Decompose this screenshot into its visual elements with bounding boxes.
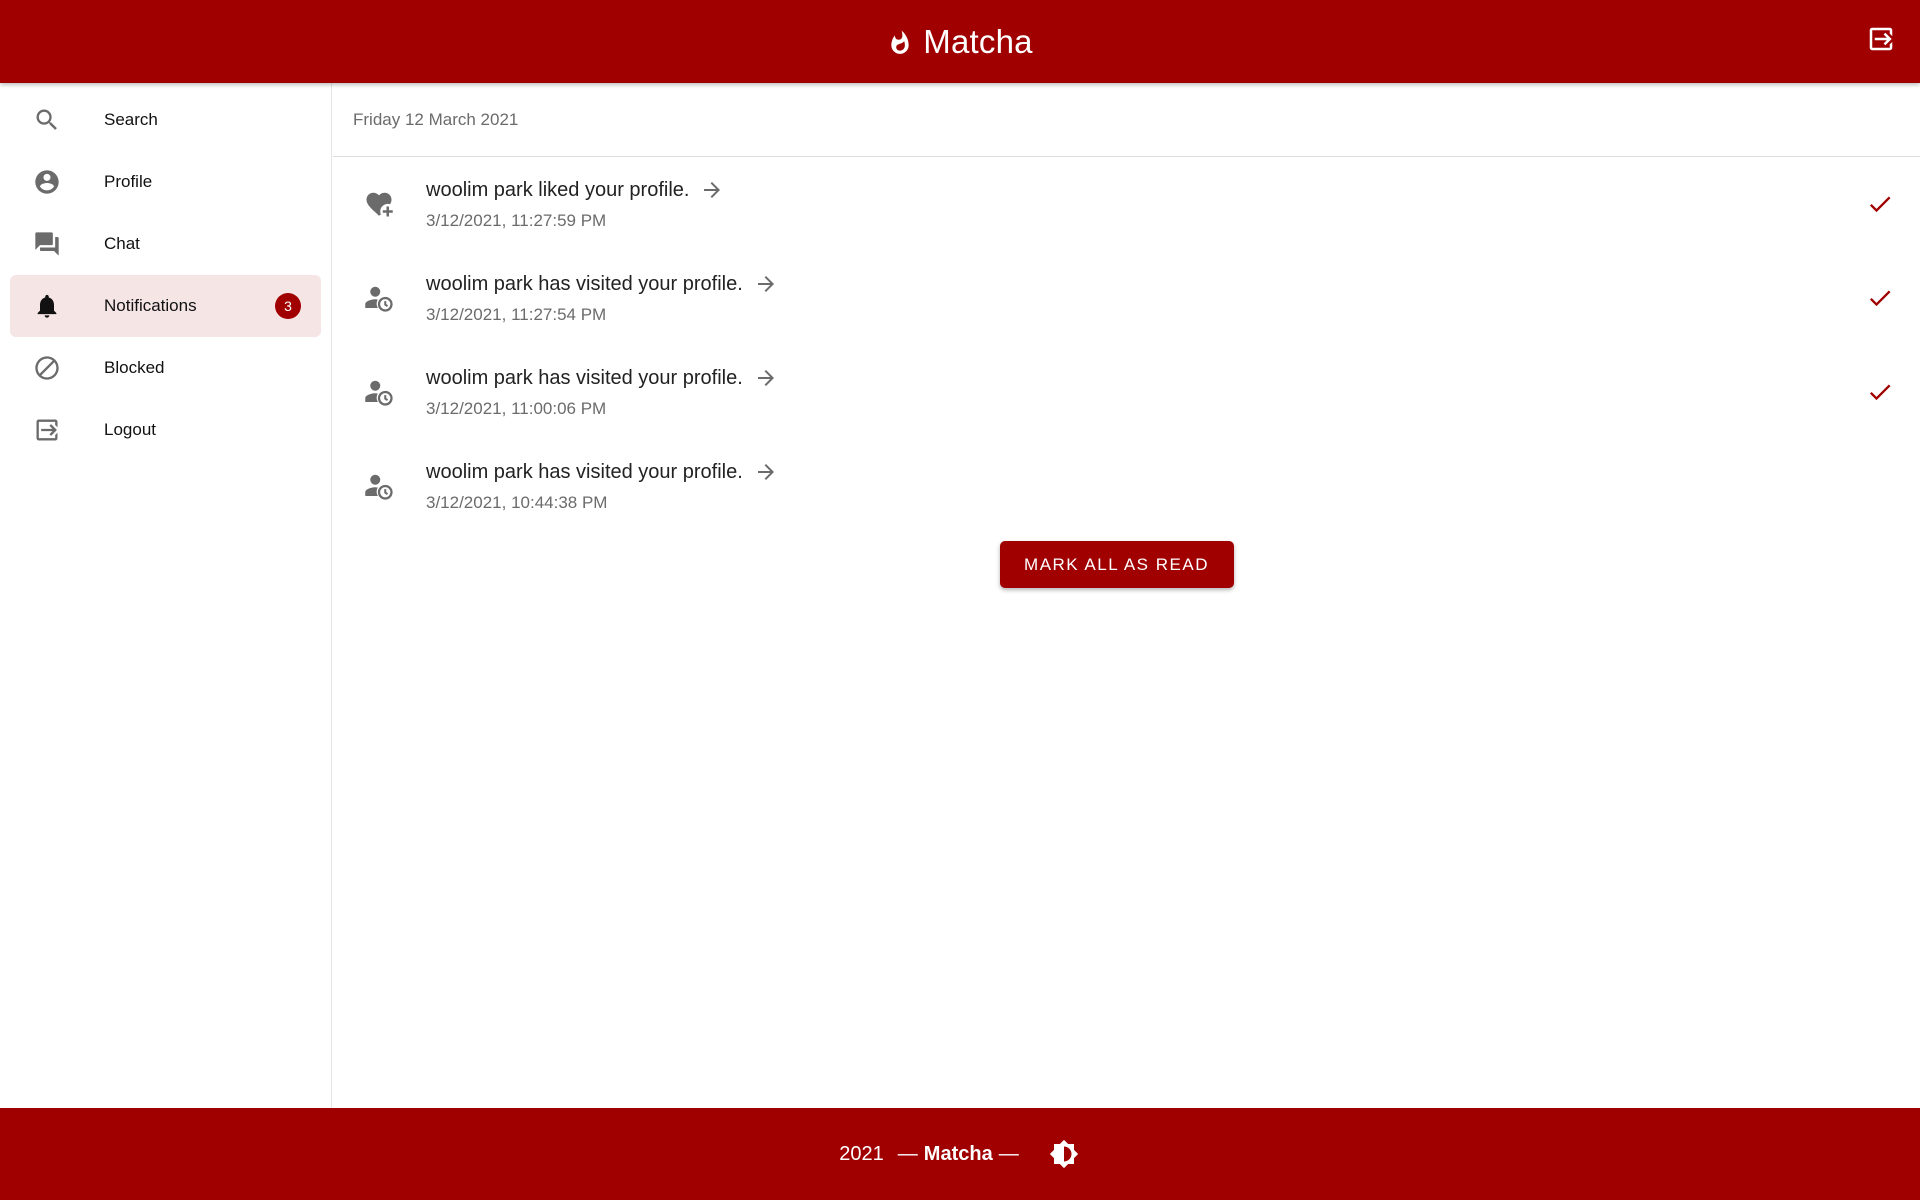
notification-text: woolim park has visited your profile. 3/…	[426, 271, 779, 325]
mark-read-check-icon[interactable]	[1864, 188, 1896, 220]
logout-icon	[1866, 24, 1896, 59]
notification-text: woolim park liked your profile. 3/12/202…	[426, 177, 725, 231]
sidebar-item-logout[interactable]: Logout	[10, 399, 321, 461]
mark-read-check-icon[interactable]	[1864, 376, 1896, 408]
mark-read-check-icon[interactable]	[1864, 282, 1896, 314]
arrow-right-icon[interactable]	[699, 177, 725, 203]
sidebar-item-label: Profile	[104, 172, 153, 191]
mark-all-wrap: MARK ALL AS READ	[333, 541, 1920, 588]
app-title: Matcha	[923, 22, 1033, 60]
heart-plus-icon	[363, 188, 395, 220]
logout-icon	[32, 415, 62, 445]
app-root: Matcha Search Profile Chat Notifications…	[0, 0, 1920, 1200]
arrow-right-icon[interactable]	[753, 271, 779, 297]
notification-count-badge: 3	[275, 293, 301, 319]
brightness-icon[interactable]	[1047, 1137, 1081, 1171]
notification-time: 3/12/2021, 11:27:59 PM	[426, 211, 607, 230]
date-header: Friday 12 March 2021	[333, 83, 1920, 157]
notification-message: woolim park has visited your profile.	[426, 366, 743, 389]
footer-dash: —	[897, 1142, 918, 1165]
app-header: Matcha	[0, 0, 1920, 83]
flame-icon	[887, 29, 913, 55]
notification-item: woolim park has visited your profile. 3/…	[333, 439, 1920, 533]
block-icon	[32, 353, 62, 383]
app-footer: 2021 — Matcha —	[0, 1108, 1920, 1200]
logout-button[interactable]	[1862, 22, 1900, 60]
notification-time: 3/12/2021, 11:27:54 PM	[426, 305, 607, 324]
sidebar-item-blocked[interactable]: Blocked	[10, 337, 321, 399]
sidebar-item-profile[interactable]: Profile	[10, 151, 321, 213]
bell-icon	[32, 291, 62, 321]
sidebar-item-label: Logout	[104, 420, 156, 439]
notification-item: woolim park has visited your profile. 3/…	[333, 251, 1920, 345]
sidebar-item-label: Notifications	[104, 296, 197, 315]
notification-text: woolim park has visited your profile. 3/…	[426, 365, 779, 419]
notification-message-row: woolim park has visited your profile.	[426, 459, 779, 485]
notification-message-row: woolim park liked your profile.	[426, 177, 725, 203]
notification-message-row: woolim park has visited your profile.	[426, 271, 779, 297]
notification-message: woolim park has visited your profile.	[426, 272, 743, 295]
mark-all-read-button[interactable]: MARK ALL AS READ	[999, 541, 1234, 588]
notification-time: 3/12/2021, 11:00:06 PM	[426, 399, 607, 418]
person-clock-icon	[363, 470, 395, 502]
sidebar-item-chat[interactable]: Chat	[10, 213, 321, 275]
footer-year: 2021	[839, 1142, 884, 1165]
notification-item: woolim park liked your profile. 3/12/202…	[333, 157, 1920, 251]
notification-text: woolim park has visited your profile. 3/…	[426, 459, 779, 513]
sidebar-item-label: Search	[104, 110, 158, 129]
notification-message: woolim park has visited your profile.	[426, 460, 743, 483]
arrow-right-icon[interactable]	[753, 459, 779, 485]
person-clock-icon	[363, 376, 395, 408]
brand[interactable]: Matcha	[887, 22, 1033, 61]
search-icon	[32, 105, 62, 135]
notification-item: woolim park has visited your profile. 3/…	[333, 345, 1920, 439]
sidebar-item-label: Chat	[104, 234, 140, 253]
sidebar: Search Profile Chat Notifications 3 Bloc…	[0, 83, 332, 1108]
notification-message: woolim park liked your profile.	[426, 178, 690, 201]
sidebar-item-label: Blocked	[104, 358, 165, 377]
sidebar-item-search[interactable]: Search	[10, 89, 321, 151]
person-clock-icon	[363, 282, 395, 314]
sidebar-item-notifications[interactable]: Notifications 3	[10, 275, 321, 337]
notification-message-row: woolim park has visited your profile.	[426, 365, 779, 391]
notification-time: 3/12/2021, 10:44:38 PM	[426, 493, 608, 512]
footer-brand: Matcha	[923, 1142, 993, 1165]
arrow-right-icon[interactable]	[753, 365, 779, 391]
account-circle-icon	[32, 167, 62, 197]
chat-icon	[32, 229, 62, 259]
notifications-panel: Friday 12 March 2021 woolim park liked y…	[333, 83, 1920, 1108]
footer-dash: —	[998, 1142, 1019, 1165]
